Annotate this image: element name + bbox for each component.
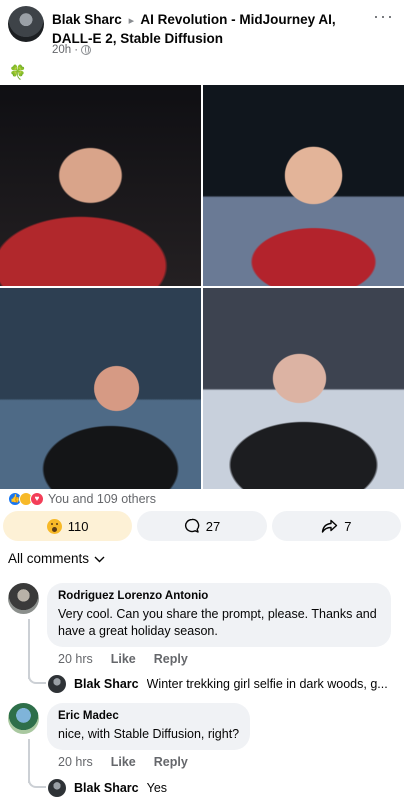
thread-elbow [28,674,46,684]
comment-bubble: Rodriguez Lorenzo Antonio Very cool. Can… [47,583,391,647]
thread-line [28,739,30,783]
comment-author[interactable]: Rodriguez Lorenzo Antonio [58,589,380,604]
action-bar: 110 27 7 [3,511,401,541]
reply-author: Blak Sharc [74,781,139,795]
meta-separator: · [74,44,79,56]
reactions-summary[interactable]: 👍 ♥ You and 109 others [8,491,156,507]
reaction-count: 110 [67,518,89,534]
post-title: Blak Sharc ▸ AI Revolution - MidJourney … [52,11,372,47]
more-options-button[interactable]: ··· [373,6,394,27]
post-meta: 20h · [52,44,92,56]
post-time[interactable]: 20h [52,44,71,56]
like-button[interactable]: Like [111,652,136,666]
comment-button[interactable]: 27 [137,511,267,541]
comment-icon [184,518,200,534]
post-header: Blak Sharc ▸ AI Revolution - MidJourney … [0,0,404,62]
photo-2[interactable] [203,85,404,286]
avatar[interactable] [8,703,39,734]
reply-preview[interactable]: Blak Sharc Winter trekking girl selfie i… [48,675,395,693]
comment-text: nice, with Stable Diffusion, right? [58,727,240,741]
comment-count: 27 [205,518,221,534]
author-name[interactable]: Blak Sharc [52,12,122,27]
like-button[interactable]: Like [111,755,136,769]
reply-button[interactable]: Reply [154,755,188,769]
globe-icon [81,45,92,55]
reply-button[interactable]: Reply [154,652,188,666]
avatar[interactable] [8,583,39,614]
comment: Eric Madec nice, with Stable Diffusion, … [0,703,404,800]
comment-text: Very cool. Can you share the prompt, ple… [58,607,377,638]
reactions-summary-text: You and 109 others [48,492,156,506]
comment-bubble: Eric Madec nice, with Stable Diffusion, … [47,703,251,750]
reply-text: Winter trekking girl selfie in dark wood… [146,677,388,691]
comment-actions: 20 hrs Like Reply [58,652,188,666]
comment-filter-label: All comments [8,551,90,566]
avatar [48,779,66,797]
author-avatar[interactable] [8,6,44,42]
reply-preview[interactable]: Blak Sharc Yes [48,779,395,797]
comment-filter-dropdown[interactable]: All comments [8,551,105,566]
comment-time[interactable]: 20 hrs [58,755,93,769]
reaction-button[interactable]: 110 [3,511,133,541]
comment: Rodriguez Lorenzo Antonio Very cool. Can… [0,583,404,695]
avatar [48,675,66,693]
photo-3[interactable] [0,288,201,489]
love-icon: ♥ [30,492,44,506]
comment-actions: 20 hrs Like Reply [58,755,188,769]
photo-4[interactable] [203,288,404,489]
share-button[interactable]: 7 [271,511,401,541]
reply-author: Blak Sharc [74,677,139,691]
photo-1[interactable] [0,85,201,286]
comment-author[interactable]: Eric Madec [58,709,239,724]
wow-icon [46,518,62,534]
share-count: 7 [344,518,352,534]
arrow-right-icon: ▸ [128,15,135,27]
thread-elbow [28,778,46,788]
reply-text: Yes [146,781,168,795]
photo-grid [0,85,404,489]
post-body-emoji: 🍀 [9,64,27,80]
thread-line [28,619,30,679]
share-icon [321,519,338,534]
chevron-down-icon [94,551,105,566]
comment-time[interactable]: 20 hrs [58,652,93,666]
